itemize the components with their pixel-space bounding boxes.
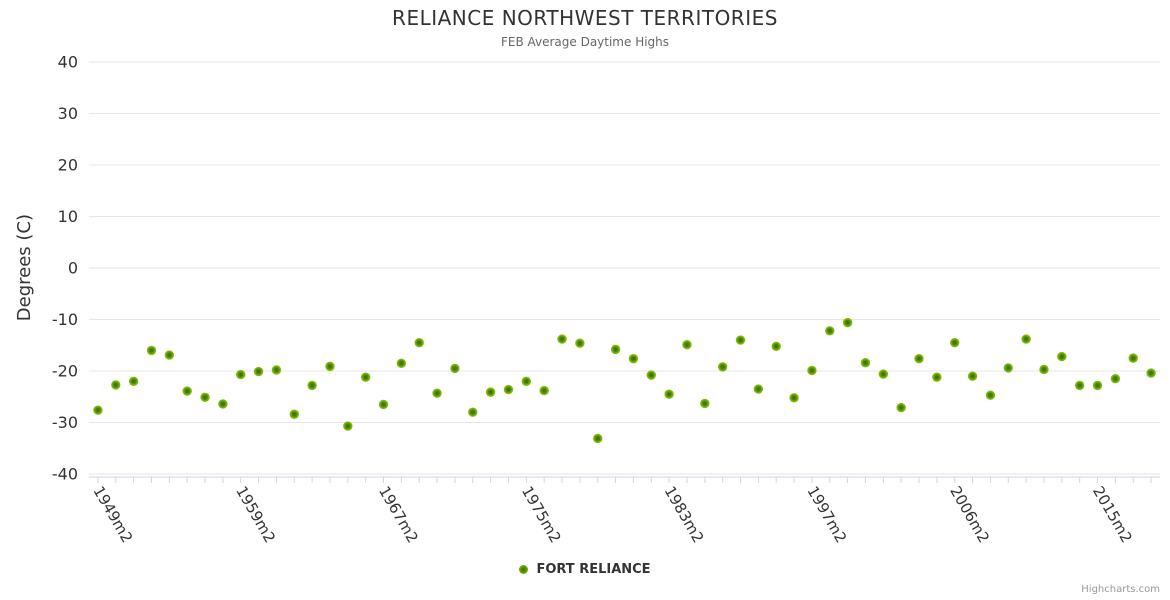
data-point[interactable] [271, 365, 282, 375]
data-point[interactable] [825, 326, 835, 336]
y-axis-label: 10 [58, 207, 78, 226]
y-axis-label: -30 [52, 413, 78, 432]
data-point[interactable] [1039, 364, 1049, 375]
data-point[interactable] [985, 390, 996, 400]
y-axis-label: 0 [68, 259, 78, 278]
y-axis-label: -20 [52, 362, 78, 381]
data-point[interactable] [700, 398, 710, 409]
x-axis-label: 1959m2 [232, 483, 279, 546]
data-point[interactable] [1146, 368, 1156, 378]
data-point[interactable] [950, 337, 960, 348]
data-point[interactable] [236, 369, 246, 380]
legend-item-fort-reliance[interactable]: FORT RELIANCE [0, 562, 1170, 577]
data-point[interactable] [396, 358, 407, 368]
data-point[interactable] [111, 380, 121, 390]
data-point[interactable] [807, 365, 817, 376]
data-point[interactable] [521, 376, 532, 386]
data-point[interactable] [289, 409, 299, 419]
data-point[interactable] [485, 387, 496, 397]
data-point[interactable] [717, 362, 728, 372]
data-point[interactable] [1021, 334, 1031, 344]
data-point[interactable] [360, 372, 371, 382]
data-point[interactable] [325, 361, 335, 372]
data-point[interactable] [432, 388, 442, 398]
y-axis-label: 20 [58, 156, 78, 175]
data-point[interactable] [539, 385, 549, 396]
data-point[interactable] [450, 363, 460, 374]
data-point[interactable] [878, 369, 889, 379]
data-point[interactable] [164, 350, 175, 360]
data-point[interactable] [1092, 380, 1103, 391]
data-point[interactable] [557, 334, 567, 344]
data-point[interactable] [575, 338, 585, 348]
data-point[interactable] [610, 344, 621, 355]
data-point[interactable] [682, 340, 692, 350]
data-point[interactable] [93, 405, 103, 415]
data-point[interactable] [218, 399, 228, 409]
x-axis-label: 1949m2 [89, 483, 136, 546]
x-axis-label: 1983m2 [661, 483, 708, 546]
legend-marker-icon [519, 565, 529, 574]
data-point[interactable] [182, 386, 192, 396]
data-point[interactable] [343, 421, 353, 431]
plot-svg: 40 30 20 10 0 -10 -20 -30 -40 1949m2 1959m2 1967m2 1… [52, 53, 1160, 546]
data-point[interactable] [914, 353, 924, 364]
data-point[interactable] [1110, 374, 1121, 384]
data-point[interactable] [932, 372, 942, 382]
y-axis-label: -10 [52, 310, 78, 329]
data-point[interactable] [842, 317, 853, 328]
data-point[interactable] [628, 353, 639, 364]
x-axis-label: 1967m2 [375, 483, 422, 546]
data-point[interactable] [646, 370, 656, 380]
data-point[interactable] [1057, 351, 1067, 362]
x-axis-label: 1975m2 [518, 483, 565, 546]
legend-label: FORT RELIANCE [536, 562, 651, 577]
x-axis-label: 2006m2 [946, 483, 993, 546]
data-point[interactable] [860, 358, 871, 368]
credits-link[interactable]: Highcharts.com [1081, 584, 1160, 595]
data-point[interactable] [307, 380, 317, 391]
data-point[interactable] [503, 384, 514, 395]
data-point[interactable] [146, 345, 157, 356]
data-point[interactable] [789, 393, 799, 403]
data-point[interactable] [378, 399, 389, 410]
data-point[interactable] [1003, 363, 1013, 373]
data-point[interactable] [128, 376, 139, 386]
data-point[interactable] [468, 407, 478, 417]
y-axis-label: 40 [58, 53, 78, 72]
data-point[interactable] [1128, 353, 1138, 363]
data-point[interactable] [967, 371, 978, 381]
data-point[interactable] [253, 366, 264, 377]
highcharts-scatter-chart: RELIANCE NORTHWEST TERRITORIES FEB Avera… [0, 0, 1170, 600]
data-point[interactable] [414, 337, 424, 348]
data-point[interactable] [664, 389, 674, 399]
data-point[interactable] [1074, 380, 1085, 391]
y-axis-label: -40 [52, 465, 78, 484]
data-point[interactable] [771, 341, 781, 351]
data-point[interactable] [200, 392, 210, 402]
data-point[interactable] [753, 384, 764, 394]
y-axis-label: 30 [58, 104, 78, 123]
data-point[interactable] [896, 402, 906, 413]
x-axis-label: 2015m2 [1089, 483, 1136, 546]
x-axis-label: 1997m2 [803, 483, 850, 546]
data-point[interactable] [593, 433, 603, 444]
data-point[interactable] [735, 335, 746, 345]
